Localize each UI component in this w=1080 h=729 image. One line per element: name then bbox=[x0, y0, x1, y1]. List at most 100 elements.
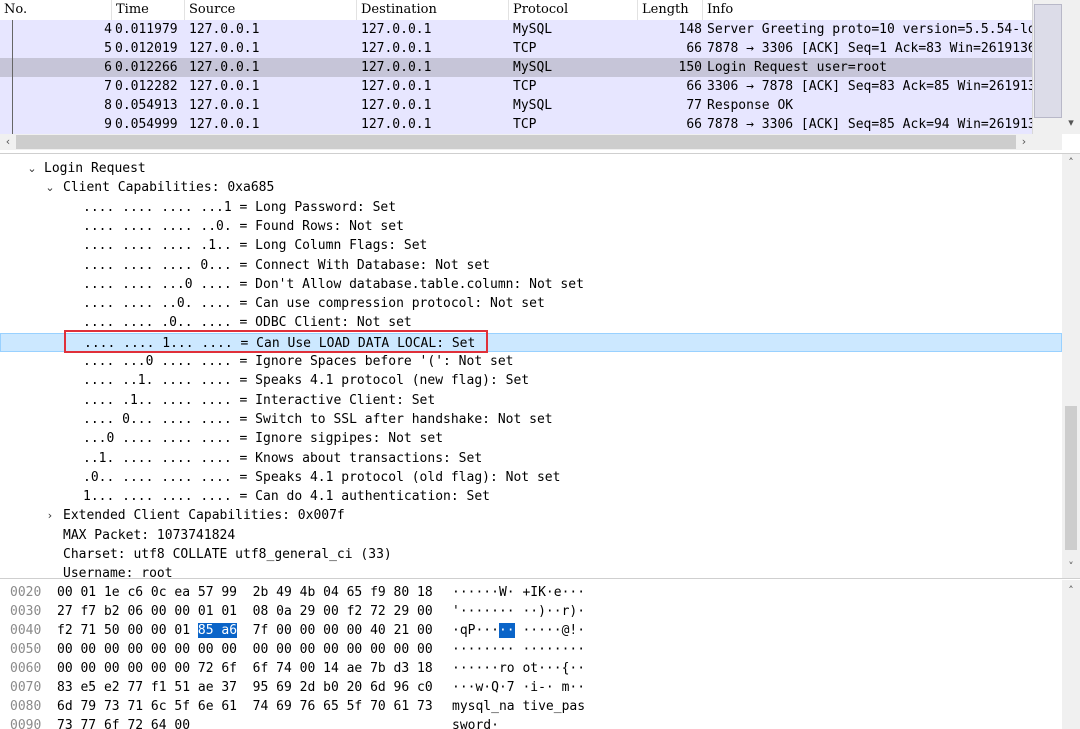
chevron-up-icon[interactable]: ˄ bbox=[1063, 156, 1079, 170]
tree-item[interactable]: .... .... .... 0... = Connect With Datab… bbox=[0, 256, 1062, 275]
tree-item[interactable]: .... .... ..0. .... = Can use compressio… bbox=[0, 294, 1062, 313]
chevron-right-icon[interactable]: › bbox=[44, 506, 56, 525]
tree-item[interactable]: ⌄ Login Request bbox=[0, 159, 1062, 178]
chevron-down-icon[interactable]: ⌄ bbox=[26, 159, 38, 178]
hex-ascii-b: ·i-· m·· bbox=[522, 680, 586, 695]
tree-item-label: ..1. .... .... .... = Knows about transa… bbox=[83, 450, 483, 466]
cell-destination: 127.0.0.1 bbox=[361, 79, 432, 94]
hex-bytes-a: 73 77 6f 72 64 00 bbox=[57, 718, 191, 729]
hex-ascii[interactable]: ······W· +IK·e··· bbox=[452, 583, 585, 602]
hex-bytes[interactable]: 73 77 6f 72 64 00 bbox=[57, 716, 206, 729]
hex-bytes[interactable]: f2 71 50 00 00 01 85 a6 7f 00 00 00 00 4… bbox=[57, 621, 433, 640]
cell-info: 7878 → 3306 [ACK] Seq=1 Ack=83 Win=26191… bbox=[707, 41, 1032, 56]
table-row[interactable]: 9 0.054999 127.0.0.1 127.0.0.1 TCP 66 7878 → 3… bbox=[0, 115, 1032, 134]
hex-offset: 0080 bbox=[10, 699, 42, 714]
bytes-vscrollbar[interactable]: ˄ bbox=[1062, 580, 1080, 729]
hex-ascii-a: ······W· bbox=[452, 585, 515, 600]
hex-ascii[interactable]: ······ro ot···{·· bbox=[452, 659, 585, 678]
cell-source: 127.0.0.1 bbox=[189, 117, 260, 132]
column-header-destination[interactable]: Destination bbox=[357, 0, 509, 20]
cell-no: 5 bbox=[104, 41, 112, 56]
tree-item[interactable]: › Extended Client Capabilities: 0x007f bbox=[0, 506, 1062, 525]
packet-list-hscrollbar[interactable]: ‹ › bbox=[0, 134, 1062, 150]
column-header-no[interactable]: No. bbox=[0, 0, 112, 20]
chevron-left-icon[interactable]: ‹ bbox=[0, 135, 16, 149]
cell-protocol: TCP bbox=[513, 117, 537, 132]
tree-item[interactable]: .... .... .... ...1 = Long Password: Set bbox=[0, 198, 1062, 217]
packet-bytes-pane[interactable]: 0020 00 01 1e c6 0c ea 57 99 2b 49 4b 04 … bbox=[0, 580, 1080, 729]
table-row[interactable]: 7 0.012282 127.0.0.1 127.0.0.1 TCP 66 3306 → 7… bbox=[0, 77, 1032, 96]
tree-item[interactable]: .... .... .... ..0. = Found Rows: Not se… bbox=[0, 217, 1062, 236]
tree-item[interactable]: Username: root bbox=[0, 564, 1062, 578]
hex-selected-ascii[interactable]: ·· bbox=[498, 623, 515, 638]
hex-ascii[interactable]: ········ ········ bbox=[452, 640, 585, 659]
minimap-thumb[interactable] bbox=[1034, 4, 1062, 118]
cell-info: 3306 → 7878 [ACK] Seq=83 Ack=85 Win=2619… bbox=[707, 79, 1032, 94]
column-header-info[interactable]: Info bbox=[703, 0, 1032, 20]
tree-item[interactable]: 1... .... .... .... = Can do 4.1 authent… bbox=[0, 487, 1062, 506]
hex-bytes-a: 6d 79 73 71 6c 5f 6e 61 bbox=[57, 699, 238, 714]
tree-item[interactable]: .... .... .... .1.. = Long Column Flags:… bbox=[0, 236, 1062, 255]
table-row[interactable]: 6 0.012266 127.0.0.1 127.0.0.1 MySQL 150 Login… bbox=[0, 58, 1032, 77]
hscroll-thumb[interactable] bbox=[16, 135, 1016, 149]
tree-item-label: .... .... .... .1.. = Long Column Flags:… bbox=[83, 238, 428, 254]
cell-destination: 127.0.0.1 bbox=[361, 98, 432, 113]
tree-item-label: Login Request bbox=[44, 161, 146, 176]
tree-item[interactable]: MAX Packet: 1073741824 bbox=[0, 526, 1062, 545]
packet-list-minimap[interactable] bbox=[1032, 0, 1063, 134]
packet-list-pane[interactable]: No. Time Source Destination Protocol Len… bbox=[0, 0, 1080, 150]
chevron-right-icon[interactable]: › bbox=[1016, 135, 1032, 149]
hex-bytes[interactable]: 27 f7 b2 06 00 00 01 01 08 0a 29 00 f2 7… bbox=[57, 602, 433, 621]
cell-time: 0.054999 bbox=[115, 117, 178, 132]
hex-bytes[interactable]: 00 01 1e c6 0c ea 57 99 2b 49 4b 04 65 f… bbox=[57, 583, 433, 602]
tree-item[interactable]: Charset: utf8 COLLATE utf8_general_ci (3… bbox=[0, 545, 1062, 564]
cell-destination: 127.0.0.1 bbox=[361, 41, 432, 56]
chevron-down-icon[interactable]: ▾ bbox=[1063, 116, 1079, 130]
tree-item[interactable]: .0.. .... .... .... = Speaks 4.1 protoco… bbox=[0, 468, 1062, 487]
column-header-time[interactable]: Time bbox=[112, 0, 185, 20]
hex-bytes[interactable]: 6d 79 73 71 6c 5f 6e 61 74 69 76 65 5f 7… bbox=[57, 697, 433, 716]
hex-bytes[interactable]: 00 00 00 00 00 00 00 00 00 00 00 00 00 0… bbox=[57, 640, 433, 659]
cell-source: 127.0.0.1 bbox=[189, 60, 260, 75]
cell-length: 77 bbox=[686, 98, 702, 113]
hex-row: 0090 73 77 6f 72 64 00 sword· bbox=[0, 716, 1062, 729]
cell-protocol: MySQL bbox=[513, 22, 553, 37]
table-row[interactable]: 5 0.012019 127.0.0.1 127.0.0.1 TCP 66 7878 → 3… bbox=[0, 39, 1032, 58]
hex-ascii[interactable]: ···w·Q·7 ·i-· m·· bbox=[452, 678, 585, 697]
tree-item[interactable]: .... .... ...0 .... = Don't Allow databa… bbox=[0, 275, 1062, 294]
column-header-protocol[interactable]: Protocol bbox=[509, 0, 638, 20]
hex-row: 0080 6d 79 73 71 6c 5f 6e 61 74 69 76 65 … bbox=[0, 697, 1062, 716]
hex-bytes[interactable]: 00 00 00 00 00 00 72 6f 6f 74 00 14 ae 7… bbox=[57, 659, 433, 678]
tree-item[interactable]: .... ...0 .... .... = Ignore Spaces befo… bbox=[0, 352, 1062, 371]
tree-item[interactable]: ...0 .... .... .... = Ignore sigpipes: N… bbox=[0, 429, 1062, 448]
hex-row: 0060 00 00 00 00 00 00 72 6f 6f 74 00 14 … bbox=[0, 659, 1062, 678]
chevron-down-icon[interactable]: ⌄ bbox=[44, 178, 56, 197]
tree-item[interactable]: .... ..1. .... .... = Speaks 4.1 protoco… bbox=[0, 371, 1062, 390]
table-row[interactable]: 4 0.011979 127.0.0.1 127.0.0.1 MySQL 148 Serve… bbox=[0, 20, 1032, 39]
details-vscroll-thumb[interactable] bbox=[1065, 406, 1077, 550]
hex-ascii[interactable]: ·qP····· ·····@!· bbox=[452, 621, 585, 640]
tree-item-label: .... ..1. .... .... = Speaks 4.1 protoco… bbox=[83, 373, 530, 389]
cell-info: Server Greeting proto=10 version=5.5.54-… bbox=[707, 22, 1032, 37]
hex-ascii[interactable]: '······· ··)··r)· bbox=[452, 602, 585, 621]
table-row[interactable]: 8 0.054913 127.0.0.1 127.0.0.1 MySQL 77 Respon… bbox=[0, 96, 1032, 115]
chevron-up-icon[interactable]: ˄ bbox=[1063, 584, 1079, 598]
chevron-down-icon[interactable]: ˅ bbox=[1063, 560, 1079, 574]
hex-selected-bytes[interactable]: 85 a6 bbox=[197, 623, 238, 638]
tree-item[interactable]: ⌄ Client Capabilities: 0xa685 bbox=[0, 178, 1062, 197]
cell-info: Response OK bbox=[707, 98, 794, 113]
hex-ascii[interactable]: sword· bbox=[452, 716, 507, 729]
cell-no: 7 bbox=[104, 79, 112, 94]
hex-ascii[interactable]: mysql_na tive_pas bbox=[452, 697, 585, 716]
tree-item[interactable]: ..1. .... .... .... = Knows about transa… bbox=[0, 449, 1062, 468]
hex-bytes[interactable]: 83 e5 e2 77 f1 51 ae 37 95 69 2d b0 20 6… bbox=[57, 678, 433, 697]
tree-item[interactable]: .... 0... .... .... = Switch to SSL afte… bbox=[0, 410, 1062, 429]
cell-no: 4 bbox=[104, 22, 112, 37]
packet-details-pane[interactable]: ⌄ Login Request ⌄ Client Capabilities: 0xa6… bbox=[0, 153, 1080, 579]
packet-list-vscrollbar[interactable]: ▾ bbox=[1062, 0, 1080, 134]
column-header-length[interactable]: Length bbox=[638, 0, 703, 20]
column-header-source[interactable]: Source bbox=[185, 0, 357, 20]
hex-bytes-b: 08 0a 29 00 f2 72 29 00 bbox=[252, 604, 433, 619]
tree-item[interactable]: .... .1.. .... .... = Interactive Client… bbox=[0, 391, 1062, 410]
details-vscrollbar[interactable]: ˄ ˅ bbox=[1062, 154, 1080, 578]
